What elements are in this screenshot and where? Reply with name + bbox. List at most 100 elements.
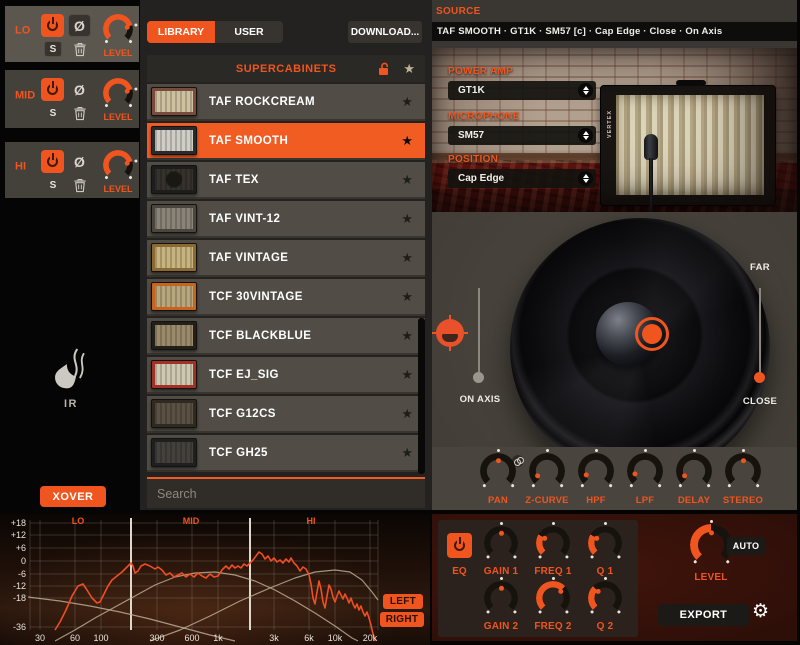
delete-button[interactable] xyxy=(71,177,88,194)
knob-label: PAN xyxy=(474,495,522,506)
tab-library[interactable]: LIBRARY xyxy=(147,21,215,43)
xover-button[interactable]: XOVER xyxy=(40,486,106,507)
cabinet-list-item[interactable]: TAF VINTAGE★ xyxy=(147,240,425,277)
delete-button[interactable] xyxy=(71,105,88,122)
distance-slider-handle[interactable] xyxy=(754,372,765,383)
search-input[interactable] xyxy=(155,486,395,502)
channel-strip-mid[interactable]: MIDØSLEVEL xyxy=(5,70,139,128)
channel-power-button[interactable] xyxy=(41,150,64,173)
selector-dropdown[interactable]: GT1K xyxy=(448,81,596,100)
favorite-star-icon[interactable]: ★ xyxy=(401,133,413,149)
delete-button[interactable] xyxy=(71,41,88,58)
selector-value: SM57 xyxy=(458,130,578,141)
knob-hpf[interactable] xyxy=(578,453,614,489)
knob-q-1[interactable] xyxy=(588,526,622,560)
list-scrollbar[interactable] xyxy=(418,318,425,474)
knob-block-delay: DELAY xyxy=(670,453,718,506)
knob-freq-2[interactable] xyxy=(536,581,570,615)
on-axis-target-icon[interactable] xyxy=(436,319,464,347)
ir-label: IR xyxy=(48,398,94,410)
favorite-star-icon[interactable]: ★ xyxy=(401,94,413,110)
cabinet-list-item[interactable]: TCF G12CS★ xyxy=(147,396,425,433)
cabinet-thumbnail xyxy=(151,126,197,155)
favorite-star-icon[interactable]: ★ xyxy=(401,445,413,461)
selector-label: MICROPHONE xyxy=(448,111,608,122)
cabinet-list-item[interactable]: TAF ROCKCREAM★ xyxy=(147,84,425,121)
knob-freq-1[interactable] xyxy=(536,526,570,560)
favorite-star-icon[interactable]: ★ xyxy=(401,172,413,188)
solo-button[interactable]: S xyxy=(44,41,62,57)
cabinet-list-item[interactable]: TCF EJ_SIG★ xyxy=(147,357,425,394)
right-channel-button[interactable]: RIGHT xyxy=(380,612,424,627)
cabinet-list-item[interactable]: TAF SMOOTH★ xyxy=(147,123,425,160)
selector-dropdown[interactable]: SM57 xyxy=(448,126,596,145)
cabinet-list-item[interactable]: TCF 30VINTAGE★ xyxy=(147,279,425,316)
knob-pan[interactable] xyxy=(480,453,516,489)
cabinet-thumbnail xyxy=(151,165,197,194)
cabinet-thumbnail xyxy=(151,282,197,311)
unlock-icon[interactable] xyxy=(377,62,391,76)
stepper-icon[interactable] xyxy=(578,171,593,186)
favorite-star-icon[interactable]: ★ xyxy=(401,250,413,266)
favorite-star-icon[interactable]: ★ xyxy=(401,211,413,227)
cabinet-name: TCF EJ_SIG xyxy=(209,369,401,381)
favorite-star-icon[interactable]: ★ xyxy=(401,289,413,305)
svg-text:300: 300 xyxy=(149,633,164,643)
cabinet-list-item[interactable]: TAF VINT-12★ xyxy=(147,201,425,238)
svg-text:+6: +6 xyxy=(16,543,26,553)
far-label: FAR xyxy=(740,262,780,273)
stepper-icon[interactable] xyxy=(578,128,593,143)
cabinet-thumbnail xyxy=(151,243,197,272)
stepper-icon[interactable] xyxy=(578,83,593,98)
settings-gear-icon[interactable]: ⚙ xyxy=(752,600,769,623)
knob-label: Z-CURVE xyxy=(523,495,571,506)
knob-gain-1[interactable] xyxy=(484,526,518,560)
cabinet-list-item[interactable]: TAF TEX★ xyxy=(147,162,425,199)
phase-button[interactable]: Ø xyxy=(68,78,91,101)
export-button[interactable]: EXPORT xyxy=(658,604,749,626)
level-knob[interactable] xyxy=(103,150,133,180)
phase-button[interactable]: Ø xyxy=(68,14,91,37)
left-channel-button[interactable]: LEFT xyxy=(383,594,423,609)
channel-power-button[interactable] xyxy=(41,14,64,37)
knob-stereo[interactable] xyxy=(725,453,761,489)
favorite-star-icon[interactable]: ★ xyxy=(401,406,413,422)
level-knob[interactable] xyxy=(103,78,133,108)
axis-slider-track[interactable] xyxy=(478,288,480,382)
close-label: CLOSE xyxy=(736,396,784,407)
level-knob[interactable] xyxy=(103,14,133,44)
favorite-star-icon[interactable]: ★ xyxy=(401,367,413,383)
cabinet-list-item[interactable]: TCF BLACKBLUE★ xyxy=(147,318,425,355)
axis-slider-handle[interactable] xyxy=(473,372,484,383)
library-tab-group: LIBRARY USER xyxy=(147,21,283,43)
distance-slider-track[interactable] xyxy=(759,288,761,382)
knob-label: Q 1 xyxy=(579,566,631,577)
knob-level[interactable] xyxy=(690,524,732,566)
solo-button[interactable]: S xyxy=(44,177,62,193)
svg-text:60: 60 xyxy=(70,633,80,643)
knob-z-curve[interactable] xyxy=(529,453,565,489)
knob-lpf[interactable] xyxy=(627,453,663,489)
channel-strip-hi[interactable]: HIØSLEVEL xyxy=(5,142,139,198)
svg-text:LO: LO xyxy=(72,516,85,526)
solo-button[interactable]: S xyxy=(44,105,62,121)
selector-power-amp: POWER AMPGT1K xyxy=(448,66,608,100)
cabinet-list-item[interactable]: TCF GH25★ xyxy=(147,435,425,472)
download-button[interactable]: DOWNLOAD... xyxy=(348,21,422,43)
selector-dropdown[interactable]: Cap Edge xyxy=(448,169,596,188)
knob-label: LPF xyxy=(621,495,669,506)
favorites-filter-icon[interactable]: ★ xyxy=(403,61,415,77)
knob-block-z-curve: Z-CURVE xyxy=(523,453,571,506)
auto-button[interactable]: AUTO xyxy=(727,537,765,555)
cabinet-name: TCF G12CS xyxy=(209,408,401,420)
mic-position-marker[interactable] xyxy=(635,317,669,351)
knob-gain-2[interactable] xyxy=(484,581,518,615)
channel-strip-lo[interactable]: LOØSLEVEL xyxy=(5,6,139,62)
tab-user[interactable]: USER xyxy=(215,21,283,43)
favorite-star-icon[interactable]: ★ xyxy=(401,328,413,344)
knob-q-2[interactable] xyxy=(588,581,622,615)
phase-button[interactable]: Ø xyxy=(68,150,91,173)
eq-power-button[interactable] xyxy=(447,533,472,558)
channel-power-button[interactable] xyxy=(41,78,64,101)
knob-delay[interactable] xyxy=(676,453,712,489)
